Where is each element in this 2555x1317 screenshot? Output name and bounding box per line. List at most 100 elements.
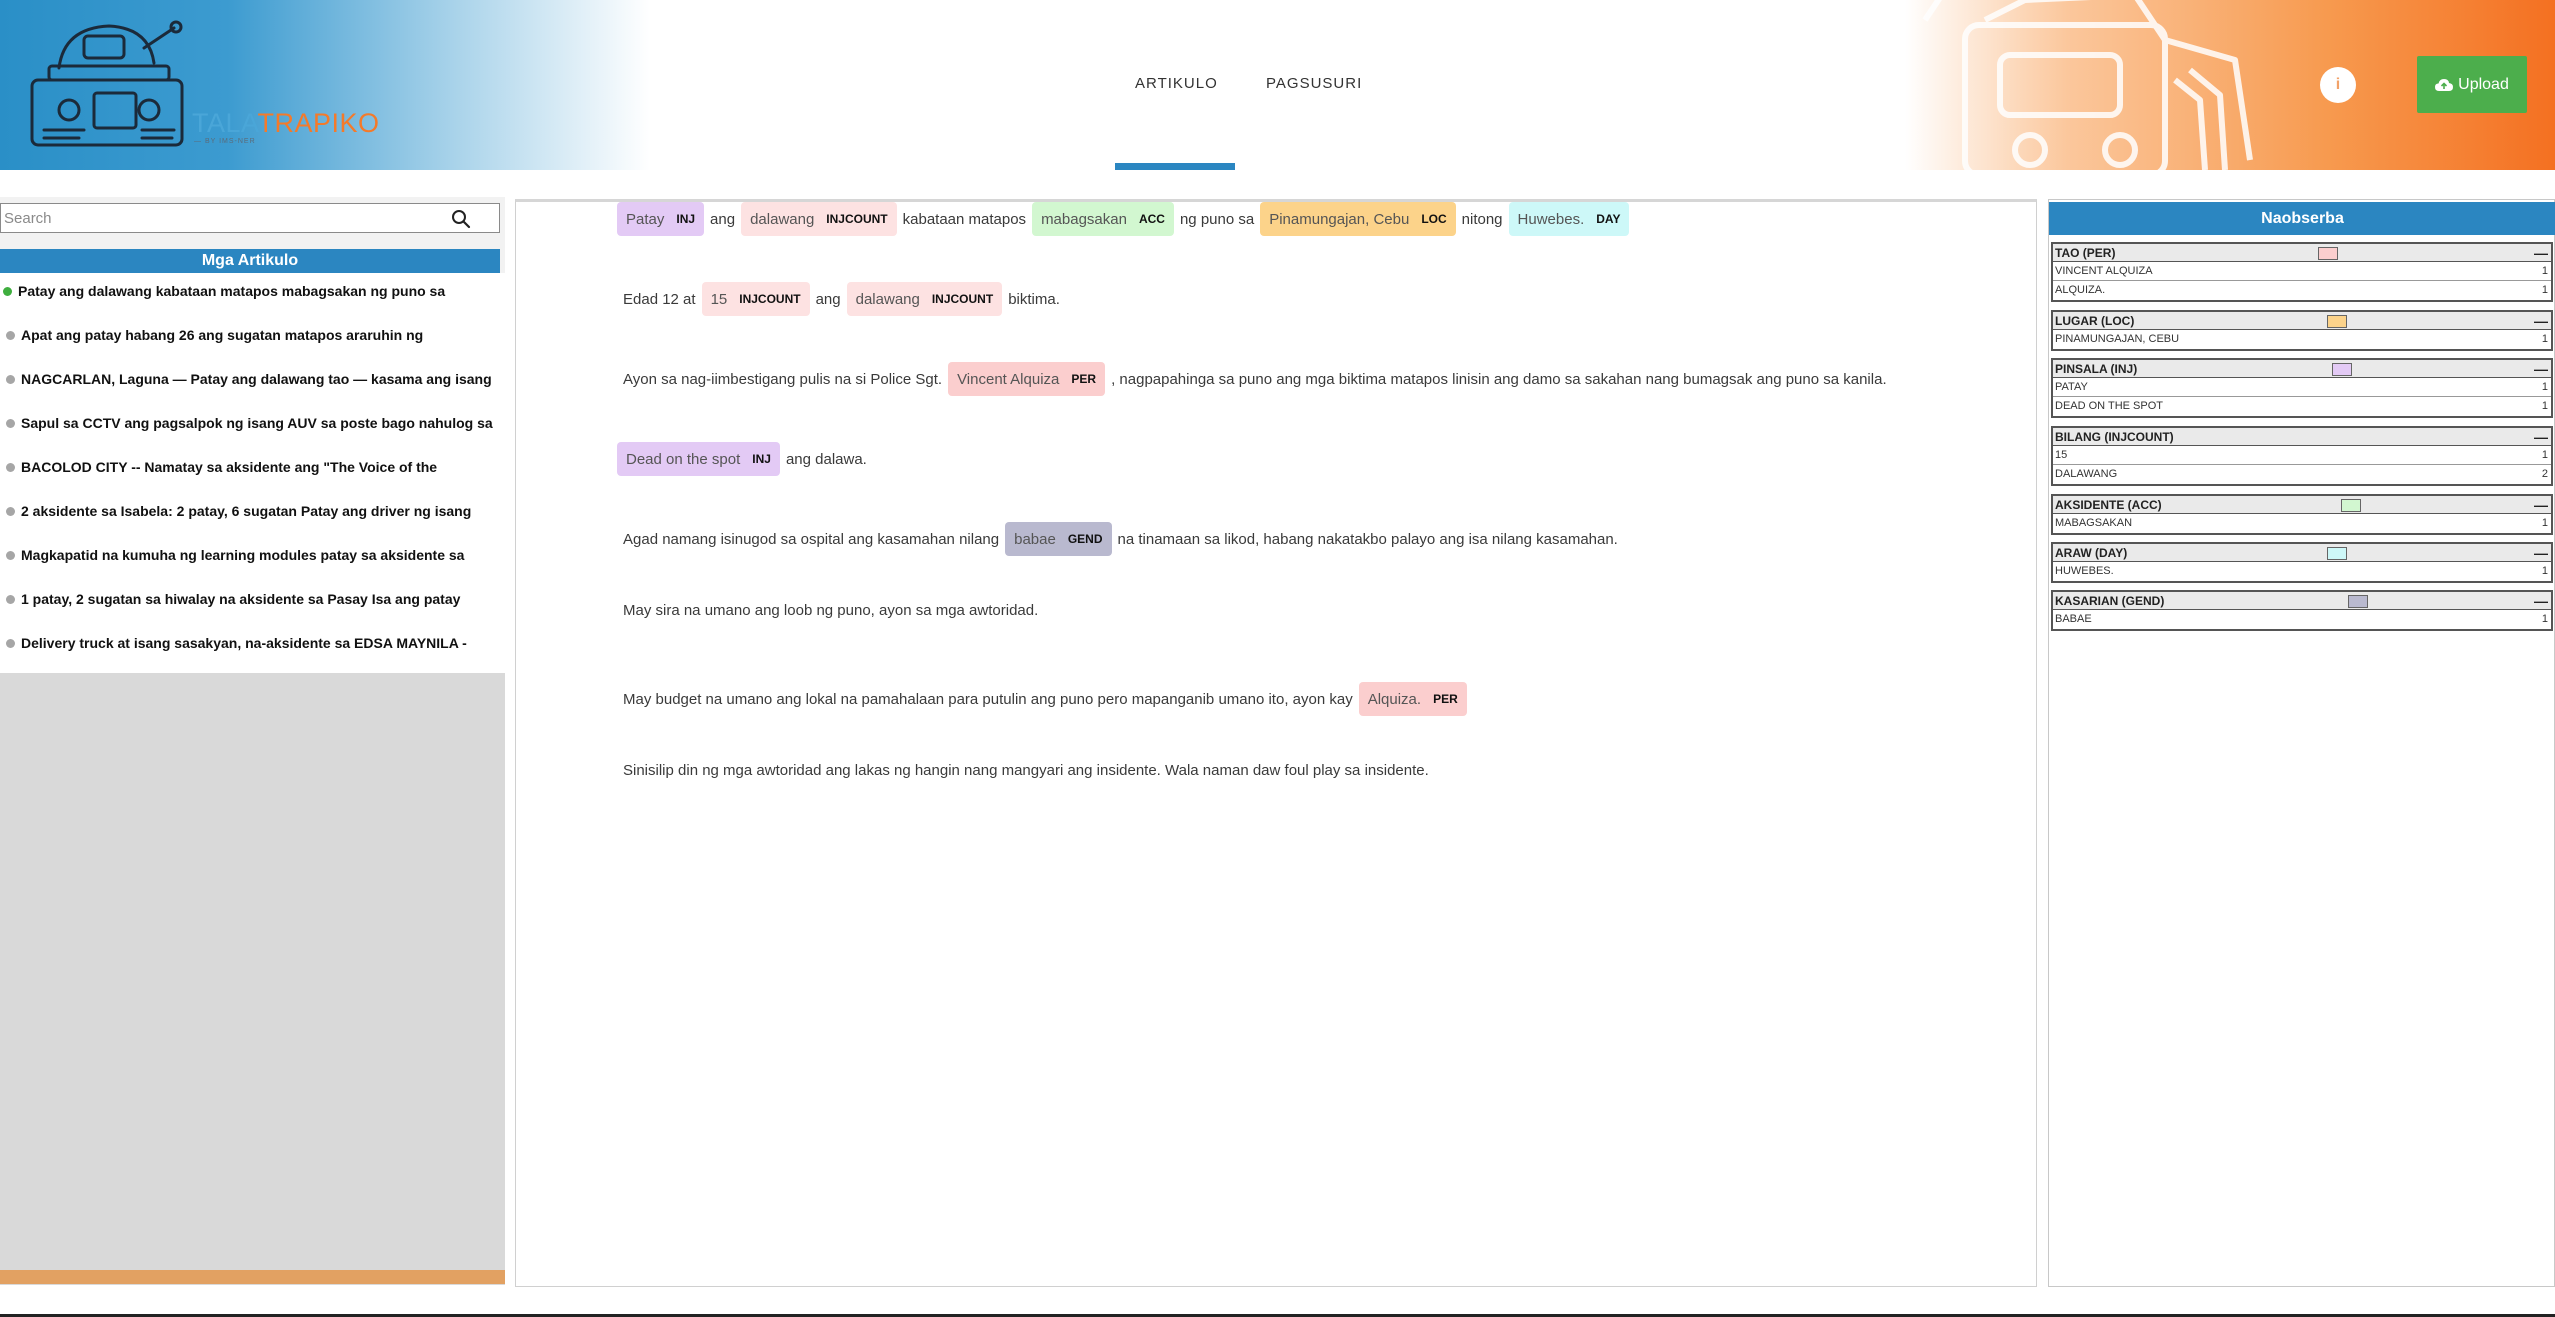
entity-per[interactable]: Vincent Alquiza PER <box>948 362 1106 396</box>
entity-tag: DAY <box>1596 212 1621 226</box>
list-item[interactable]: Apat ang patay habang 26 ang sugatan mat… <box>0 320 505 350</box>
group-label: LUGAR (LOC) <box>2055 314 2135 328</box>
table-row: PINAMUNGAJAN, CEBU 1 <box>2053 330 2551 349</box>
text-span: biktima. <box>1008 290 1060 308</box>
collapse-icon[interactable]: — <box>2534 244 2548 262</box>
status-dot <box>6 462 15 472</box>
row-name: DEAD ON THE SPOT <box>2055 400 2163 412</box>
entity-text: babae <box>1014 530 1056 548</box>
entity-tag: ACC <box>1138 212 1165 226</box>
entity-injcount[interactable]: dalawang INJCOUNT <box>741 202 897 236</box>
text-span: nitong <box>1461 210 1503 228</box>
group-header[interactable]: TAO (PER) — <box>2053 244 2551 262</box>
row-count: 1 <box>2541 265 2548 277</box>
entity-text: Pinamungajan, Cebu <box>1269 210 1410 228</box>
group-header[interactable]: AKSIDENTE (ACC) — <box>2053 496 2551 514</box>
collapse-icon[interactable]: — <box>2534 428 2548 446</box>
search-box <box>0 203 500 233</box>
entity-text: Vincent Alquiza <box>957 370 1060 388</box>
search-icon[interactable] <box>451 209 471 229</box>
list-item[interactable]: BACOLOD CITY -- Namatay sa aksidente ang… <box>0 452 505 482</box>
text-span: Edad 12 at <box>623 290 696 308</box>
entity-day[interactable]: Huwebes. DAY <box>1508 202 1630 236</box>
group-label: TAO (PER) <box>2055 246 2116 260</box>
paragraph-7: May budget na umano ang lokal na pamahal… <box>623 682 1467 716</box>
entity-tag: LOC <box>1421 212 1447 226</box>
group-day: ARAW (DAY) — HUWEBES. 1 <box>2051 542 2553 583</box>
list-item[interactable]: Delivery truck at isang sasakyan, na-aks… <box>0 628 505 658</box>
table-row: BABAE 1 <box>2053 610 2551 629</box>
tab-artikulo[interactable]: ARTIKULO <box>1135 75 1218 92</box>
paragraph-8: Sinisilip din ng mga awtoridad ang lakas… <box>623 762 1429 779</box>
row-count: 1 <box>2541 565 2548 577</box>
entity-inj[interactable]: Dead on the spot INJ <box>617 442 780 476</box>
text-span: ang <box>710 210 736 228</box>
text-span: Agad namang isinugod sa ospital ang kasa… <box>623 530 1000 548</box>
upload-button[interactable]: Upload <box>2417 56 2527 113</box>
row-count: 1 <box>2541 613 2548 625</box>
article-title: Delivery truck at isang sasakyan, na-aks… <box>21 635 467 651</box>
paragraph-3: Ayon sa nag-iimbestigang pulis na si Pol… <box>623 362 1887 396</box>
group-header[interactable]: LUGAR (LOC) — <box>2053 312 2551 330</box>
group-injcount: BILANG (INJCOUNT) — 15 1 DALAWANG 2 <box>2051 426 2553 486</box>
entity-injcount[interactable]: 15 INJCOUNT <box>701 282 810 316</box>
table-row: PATAY 1 <box>2053 378 2551 397</box>
list-item[interactable]: Patay ang dalawang kabataan matapos maba… <box>0 276 505 306</box>
search-input[interactable] <box>4 206 434 230</box>
article-title: NAGCARLAN, Laguna — Patay ang dalawang t… <box>21 371 492 387</box>
row-count: 1 <box>2541 381 2548 393</box>
entity-gend[interactable]: babae GEND <box>1005 522 1112 556</box>
entity-text: 15 <box>710 290 728 308</box>
group-header[interactable]: PINSALA (INJ) — <box>2053 360 2551 378</box>
article-title: Patay ang dalawang kabataan matapos maba… <box>18 283 446 299</box>
color-swatch <box>2348 595 2368 608</box>
entity-injcount[interactable]: dalawang INJCOUNT <box>846 282 1003 316</box>
entity-inj[interactable]: Patay INJ <box>617 202 705 236</box>
list-item[interactable]: 1 patay, 2 sugatan sa hiwalay na aksiden… <box>0 584 505 614</box>
article-content: Patay INJ ang dalawang INJCOUNT kabataan m… <box>515 199 2037 1287</box>
article-title: Apat ang patay habang 26 ang sugatan mat… <box>21 327 424 343</box>
list-item[interactable]: Magkapatid na kumuha ng learning modules… <box>0 540 505 570</box>
row-count: 1 <box>2541 517 2548 529</box>
status-dot <box>6 418 15 428</box>
article-title: 2 aksidente sa Isabela: 2 patay, 6 sugat… <box>21 503 472 519</box>
row-name: DALAWANG <box>2055 468 2118 480</box>
row-count: 2 <box>2541 468 2548 480</box>
group-label: KASARIAN (GEND) <box>2055 594 2165 608</box>
info-button[interactable]: i <box>2320 67 2356 103</box>
paragraph-6: May sira na umano ang loob ng puno, ayon… <box>623 602 1038 619</box>
group-inj: PINSALA (INJ) — PATAY 1 DEAD ON THE SPOT 1 <box>2051 358 2553 418</box>
collapse-icon[interactable]: — <box>2534 544 2548 562</box>
list-item[interactable]: NAGCARLAN, Laguna — Patay ang dalawang t… <box>0 364 505 394</box>
group-acc: AKSIDENTE (ACC) — MABAGSAKAN 1 <box>2051 494 2553 535</box>
collapse-icon[interactable]: — <box>2534 360 2548 378</box>
status-dot <box>6 594 15 604</box>
group-header[interactable]: KASARIAN (GEND) — <box>2053 592 2551 610</box>
entity-text: Patay <box>626 210 665 228</box>
collapse-icon[interactable]: — <box>2534 312 2548 330</box>
table-row: MABAGSAKAN 1 <box>2053 514 2551 533</box>
row-name: ALQUIZA. <box>2055 284 2106 296</box>
table-row: VINCENT ALQUIZA 1 <box>2053 262 2551 281</box>
collapse-icon[interactable]: — <box>2534 592 2548 610</box>
text-span: May sira na umano ang loob ng puno, ayon… <box>623 602 1039 619</box>
row-name: VINCENT ALQUIZA <box>2055 265 2153 277</box>
status-dot <box>6 374 15 384</box>
collapse-icon[interactable]: — <box>2534 496 2548 514</box>
group-label: PINSALA (INJ) <box>2055 362 2138 376</box>
entity-loc[interactable]: Pinamungajan, Cebu LOC <box>1260 202 1456 236</box>
color-swatch <box>2332 363 2352 376</box>
entity-acc[interactable]: mabagsakan ACC <box>1032 202 1174 236</box>
tab-pagsusuri[interactable]: PAGSUSURI <box>1266 75 1362 92</box>
list-item[interactable]: Sapul sa CCTV ang pagsalpok ng isang AUV… <box>0 408 505 438</box>
article-title: Sapul sa CCTV ang pagsalpok ng isang AUV… <box>21 415 493 431</box>
status-dot <box>6 550 15 560</box>
text-span: , nagpapahinga sa puno ang mga biktima m… <box>1111 370 1887 388</box>
table-row: ALQUIZA. 1 <box>2053 281 2551 300</box>
entity-per[interactable]: Alquiza. PER <box>1358 682 1467 716</box>
logo-subtitle: — BY IMS-NER <box>194 138 256 145</box>
list-item[interactable]: 2 aksidente sa Isabela: 2 patay, 6 sugat… <box>0 496 505 526</box>
group-header[interactable]: ARAW (DAY) — <box>2053 544 2551 562</box>
entity-tag: PER <box>1433 692 1458 706</box>
group-header[interactable]: BILANG (INJCOUNT) — <box>2053 428 2551 446</box>
